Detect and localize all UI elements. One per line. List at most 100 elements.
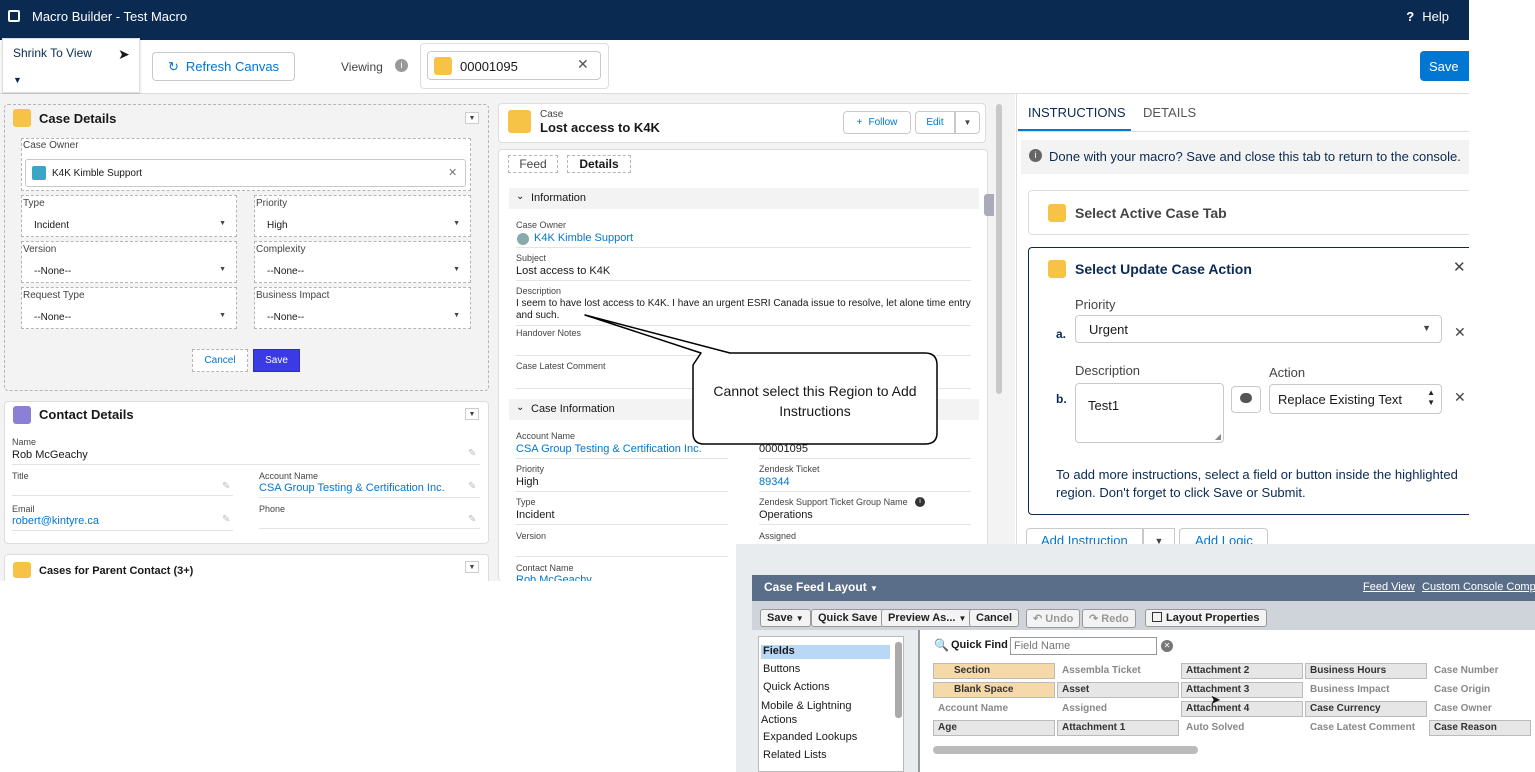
add-instruction-button[interactable]: Add Instruction xyxy=(1026,528,1143,544)
palette-field-section[interactable]: Section xyxy=(933,663,1055,679)
viewing-record-pill[interactable]: 00001095 ✕ xyxy=(427,51,601,80)
tab-details[interactable]: DETAILS xyxy=(1143,105,1196,120)
quick-save-button[interactable]: Quick Save xyxy=(811,609,885,627)
field-label: Version xyxy=(23,244,57,255)
shrink-label: Shrink To View xyxy=(13,46,92,60)
palette-category-buttons[interactable]: Buttons xyxy=(763,663,800,675)
palette-category-mobile-actions[interactable]: Mobile & Lightning Actions xyxy=(761,699,889,727)
scrollbar[interactable] xyxy=(996,104,1002,394)
palette-category-expanded-lookups[interactable]: Expanded Lookups xyxy=(763,731,857,743)
pencil-icon[interactable]: ✎ xyxy=(468,448,476,459)
action-value: Replace Existing Text xyxy=(1278,392,1403,407)
follow-button[interactable]: + Follow xyxy=(843,111,911,134)
business-impact-select[interactable]: --None-- xyxy=(257,306,468,328)
palette-field-business-impact[interactable]: Business Impact xyxy=(1305,682,1427,698)
palette-category-fields[interactable]: Fields xyxy=(761,645,890,659)
chevron-down-icon[interactable]: ▼ xyxy=(465,112,479,124)
actions-dropdown[interactable]: ▼ xyxy=(955,111,980,134)
layout-properties-button[interactable]: Layout Properties xyxy=(1145,609,1267,627)
information-section-header[interactable]: ⌄ Information xyxy=(509,188,979,209)
pencil-icon[interactable]: ✎ xyxy=(222,481,230,492)
redo-button[interactable]: ↷ Redo xyxy=(1082,609,1136,628)
chevron-down-icon[interactable]: ▼ xyxy=(465,408,479,420)
cancel-button[interactable]: Cancel xyxy=(192,349,248,372)
zendesk-link[interactable]: 89344 xyxy=(759,476,971,492)
add-instruction-dropdown[interactable]: ▼ xyxy=(1143,528,1175,544)
type-select[interactable]: Incident xyxy=(24,214,234,236)
version-select[interactable]: --None-- xyxy=(24,260,234,282)
palette-field-auto-solved[interactable]: Auto Solved xyxy=(1181,720,1303,736)
email-link[interactable]: robert@kintyre.ca xyxy=(12,515,233,531)
chevron-down-icon: ▼ xyxy=(870,584,878,593)
field-label: Account Name xyxy=(516,431,576,441)
palette-field-age[interactable]: Age xyxy=(933,720,1055,736)
layout-title-dropdown[interactable]: Case Feed Layout ▼ xyxy=(764,580,878,594)
tab-details[interactable]: Details xyxy=(567,155,631,173)
palette-field-attachment-1[interactable]: Attachment 1 xyxy=(1057,720,1179,736)
priority-select[interactable]: Urgent ▼ xyxy=(1075,315,1442,343)
complexity-select[interactable]: --None-- xyxy=(257,260,468,282)
feed-view-link[interactable]: Feed View xyxy=(1363,581,1415,593)
palette-category-related-lists[interactable]: Related Lists xyxy=(763,749,827,761)
request-type-select[interactable]: --None-- xyxy=(24,306,234,328)
shrink-to-view-dropdown[interactable]: Shrink To View ▼ ➤ xyxy=(2,38,140,93)
palette-field-case-origin[interactable]: Case Origin xyxy=(1429,682,1531,698)
quick-find-input[interactable] xyxy=(1010,637,1157,655)
description-textarea[interactable]: Test1 ◢ xyxy=(1075,383,1224,443)
action-select[interactable]: Replace Existing Text ▲ ▼ xyxy=(1269,384,1442,414)
case-owner-link[interactable]: K4K Kimble Support xyxy=(534,232,633,244)
palette-field-business-hours[interactable]: Business Hours xyxy=(1305,663,1427,679)
clear-search-icon[interactable]: ✕ xyxy=(1161,640,1173,652)
palette-field-attachment-4[interactable]: Attachment 4 xyxy=(1181,701,1303,717)
undo-button[interactable]: ↶ Undo xyxy=(1026,609,1081,628)
fields-scrollbar[interactable] xyxy=(933,746,1198,754)
palette-field-assembla-ticket[interactable]: Assembla Ticket xyxy=(1057,663,1179,679)
save-macro-button[interactable]: Save xyxy=(1420,51,1469,81)
close-icon[interactable]: ✕ xyxy=(448,166,457,179)
case-owner-lookup[interactable]: K4K Kimble Support ✕ xyxy=(25,159,466,187)
chevron-down-icon: ▼ xyxy=(1422,323,1431,333)
palette-field-case-number[interactable]: Case Number xyxy=(1429,663,1531,679)
add-logic-button[interactable]: Add Logic xyxy=(1179,528,1268,544)
priority-select[interactable]: High xyxy=(257,214,468,236)
panel-collapse-handle[interactable] xyxy=(984,194,994,216)
cancel-button[interactable]: Cancel xyxy=(969,609,1020,627)
save-button[interactable]: Save xyxy=(253,349,300,372)
notice-text: Done with your macro? Save and close thi… xyxy=(1049,149,1461,164)
contact-link[interactable]: Rob McGeachy xyxy=(516,574,592,581)
save-dropdown-button[interactable]: Save ▼ xyxy=(760,609,811,627)
close-icon[interactable]: ✕ xyxy=(1453,258,1466,276)
palette-field-case-owner[interactable]: Case Owner xyxy=(1429,701,1531,717)
palette-field-blank-space[interactable]: Blank Space xyxy=(933,682,1055,698)
tab-feed[interactable]: Feed xyxy=(508,155,558,173)
palette-field-account-name[interactable]: Account Name xyxy=(933,701,1055,717)
close-icon[interactable]: ✕ xyxy=(1454,324,1466,341)
palette-field-case-currency[interactable]: Case Currency xyxy=(1305,701,1427,717)
refresh-canvas-button[interactable]: ↻ Refresh Canvas xyxy=(152,52,295,81)
edit-button[interactable]: Edit xyxy=(915,111,955,134)
pencil-icon[interactable]: ✎ xyxy=(468,514,476,525)
palette-field-attachment-2[interactable]: Attachment 2 xyxy=(1181,663,1303,679)
merge-field-button[interactable] xyxy=(1231,386,1261,413)
custom-console-link[interactable]: Custom Console Comp xyxy=(1422,581,1535,593)
palette-scrollbar[interactable] xyxy=(895,642,902,718)
palette-category-quick-actions[interactable]: Quick Actions xyxy=(763,681,830,693)
close-icon[interactable]: ✕ xyxy=(1454,389,1466,406)
tab-instructions[interactable]: INSTRUCTIONS xyxy=(1028,105,1126,120)
palette-field-assigned[interactable]: Assigned xyxy=(1057,701,1179,717)
stepper-icon: ▲ ▼ xyxy=(1427,388,1435,407)
chevron-down-icon[interactable]: ▼ xyxy=(465,561,479,573)
pencil-icon[interactable]: ✎ xyxy=(468,481,476,492)
preview-as-button[interactable]: Preview As... ▼ xyxy=(881,609,974,627)
case-icon xyxy=(13,109,31,127)
palette-field-asset[interactable]: Asset xyxy=(1057,682,1179,698)
properties-icon xyxy=(1152,612,1162,622)
close-icon[interactable]: ✕ xyxy=(577,56,589,73)
palette-field-case-reason[interactable]: Case Reason xyxy=(1429,720,1531,736)
palette-field-case-latest-comment[interactable]: Case Latest Comment xyxy=(1305,720,1427,736)
pencil-icon[interactable]: ✎ xyxy=(222,514,230,525)
case-icon xyxy=(434,57,452,75)
help-link[interactable]: ? Help xyxy=(1406,9,1449,24)
account-link[interactable]: CSA Group Testing & Certification Inc. xyxy=(259,482,480,498)
palette-field-attachment-3[interactable]: Attachment 3 xyxy=(1181,682,1303,698)
